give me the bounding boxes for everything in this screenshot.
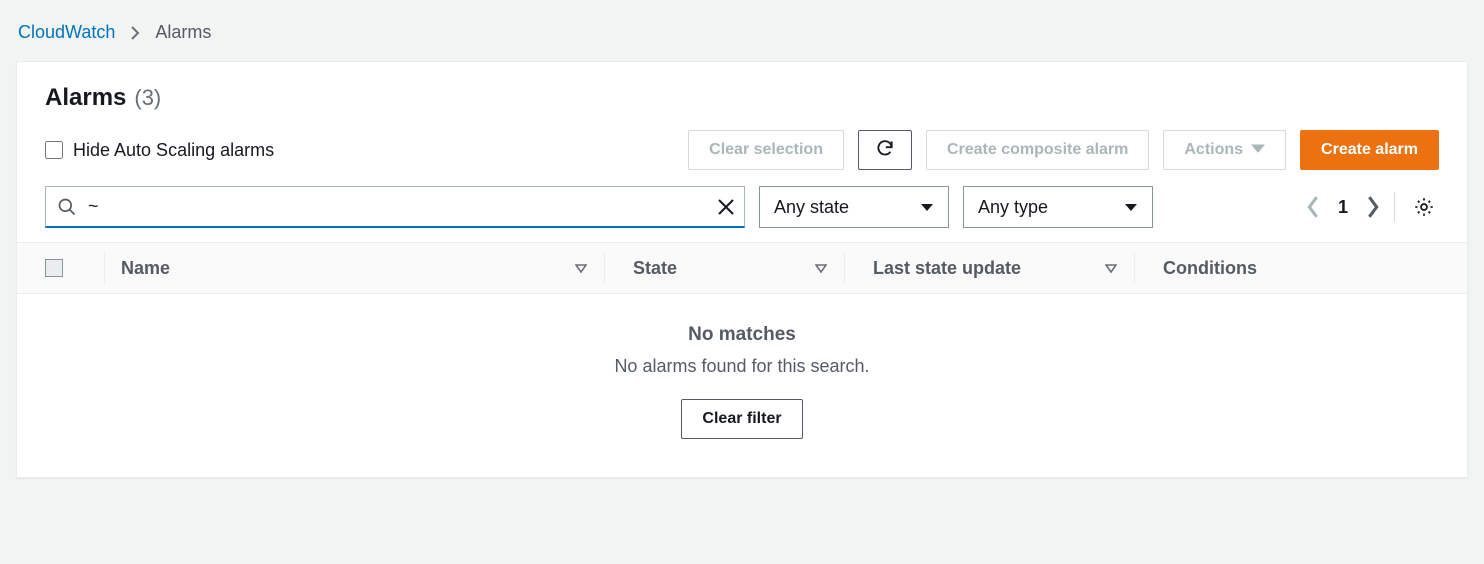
- type-filter-value: Any type: [978, 197, 1048, 218]
- select-all-checkbox[interactable]: [45, 259, 63, 277]
- search-icon: [57, 197, 77, 217]
- actions-dropdown[interactable]: Actions: [1163, 130, 1286, 170]
- actions-label: Actions: [1184, 141, 1243, 159]
- clear-selection-button[interactable]: Clear selection: [688, 130, 844, 170]
- search-input[interactable]: [45, 186, 745, 228]
- column-conditions[interactable]: Conditions: [1163, 258, 1257, 279]
- empty-title: No matches: [45, 324, 1439, 346]
- state-filter-select[interactable]: Any state: [759, 186, 949, 228]
- column-state[interactable]: State: [633, 258, 677, 279]
- empty-state: No matches No alarms found for this sear…: [45, 294, 1439, 459]
- breadcrumb-current: Alarms: [155, 22, 211, 43]
- state-filter-value: Any state: [774, 197, 849, 218]
- empty-subtitle: No alarms found for this search.: [45, 356, 1439, 377]
- table-header: Name State Last state update Conditions: [17, 242, 1467, 294]
- breadcrumb-root-link[interactable]: CloudWatch: [18, 22, 115, 43]
- hide-autoscaling-checkbox[interactable]: [45, 141, 63, 159]
- alarm-count: (3): [134, 85, 161, 111]
- settings-button[interactable]: [1409, 192, 1439, 222]
- page-title: Alarms: [45, 84, 126, 112]
- clear-search-button[interactable]: [717, 198, 735, 216]
- chevron-right-icon: [129, 26, 141, 40]
- type-filter-select[interactable]: Any type: [963, 186, 1153, 228]
- hide-autoscaling-toggle[interactable]: Hide Auto Scaling alarms: [45, 140, 274, 161]
- clear-filter-button[interactable]: Clear filter: [681, 399, 802, 439]
- divider: [1394, 192, 1395, 222]
- current-page: 1: [1336, 197, 1350, 218]
- create-alarm-button[interactable]: Create alarm: [1300, 130, 1439, 170]
- caret-down-icon: [920, 197, 934, 218]
- prev-page-button[interactable]: [1306, 196, 1320, 218]
- breadcrumb: CloudWatch Alarms: [18, 22, 1468, 43]
- sort-icon[interactable]: [1105, 262, 1117, 274]
- close-icon: [717, 198, 735, 216]
- caret-down-icon: [1124, 197, 1138, 218]
- horizontal-scrollbar[interactable]: [4, 482, 1480, 496]
- sort-icon[interactable]: [815, 262, 827, 274]
- next-page-button[interactable]: [1366, 196, 1380, 218]
- chevron-right-icon: [1366, 196, 1380, 218]
- create-composite-alarm-button[interactable]: Create composite alarm: [926, 130, 1149, 170]
- refresh-icon: [875, 138, 895, 163]
- search-field: [45, 186, 745, 228]
- gear-icon: [1413, 196, 1435, 218]
- refresh-button[interactable]: [858, 130, 912, 170]
- chevron-left-icon: [1306, 196, 1320, 218]
- sort-icon[interactable]: [575, 262, 587, 274]
- caret-down-icon: [1251, 141, 1265, 159]
- column-last-update[interactable]: Last state update: [873, 258, 1021, 279]
- alarms-panel: Alarms (3) Hide Auto Scaling alarms Clea…: [16, 61, 1468, 478]
- column-name[interactable]: Name: [121, 258, 170, 279]
- hide-autoscaling-label: Hide Auto Scaling alarms: [73, 140, 274, 161]
